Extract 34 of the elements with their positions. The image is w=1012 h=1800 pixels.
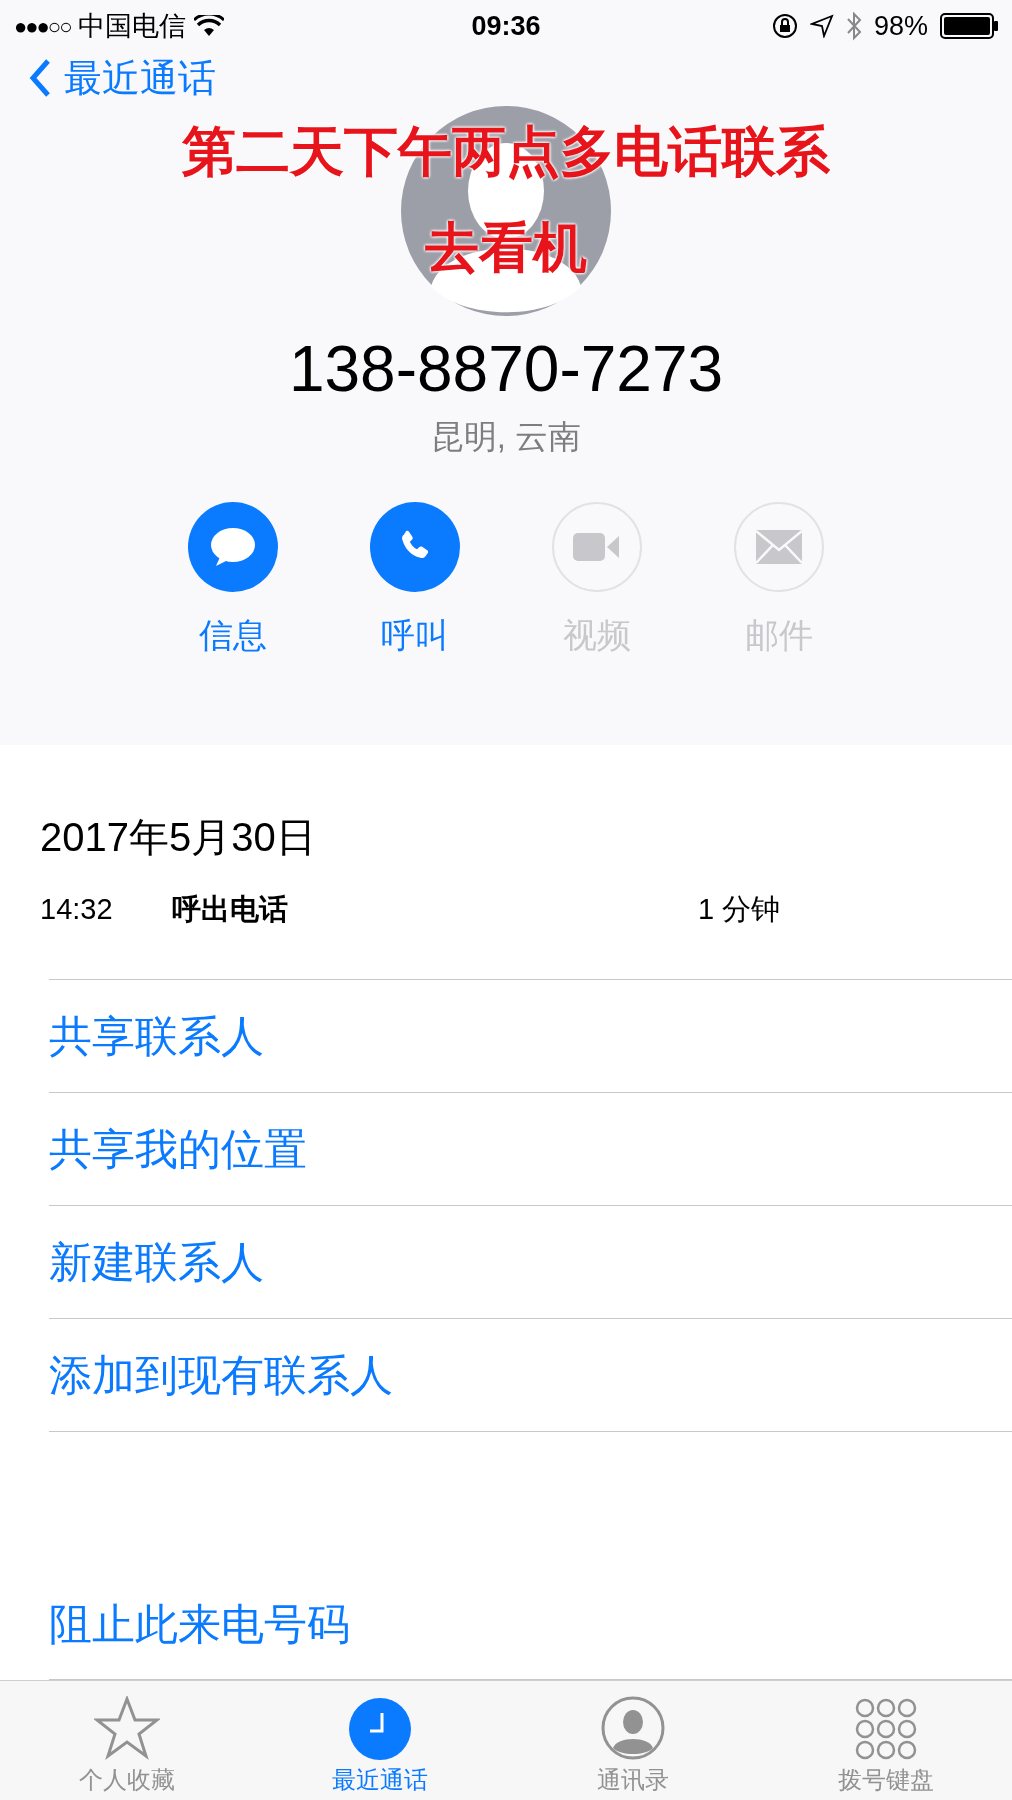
battery-percent: 98%: [873, 9, 928, 43]
call-duration: 1 分钟: [698, 892, 781, 928]
back-button[interactable]: 最近通话: [28, 49, 216, 107]
option-link[interactable]: 添加到现有联系人: [49, 1342, 393, 1408]
option-link[interactable]: 新建联系人: [49, 1229, 264, 1295]
envelope-icon: [756, 529, 802, 564]
star-icon: [93, 1696, 160, 1760]
location-arrow-icon: [809, 14, 834, 38]
clock-icon: [348, 1698, 411, 1760]
call-time: 14:32: [39, 892, 114, 928]
option-link[interactable]: 共享我的位置: [49, 1116, 307, 1182]
tab-item[interactable]: 个人收藏: [0, 1681, 253, 1800]
keypad-icon: [854, 1698, 917, 1760]
status-time: 09:36: [471, 9, 541, 43]
annotation-text: 去看机: [425, 216, 587, 279]
option-link[interactable]: 共享联系人: [49, 1003, 264, 1069]
tab-item[interactable]: 拨号键盘: [759, 1681, 1012, 1800]
phone-number: 138-8870-7273: [288, 332, 724, 406]
tab-item[interactable]: 通讯录: [506, 1681, 759, 1800]
chevron-left-icon: [28, 58, 52, 98]
block-number-link[interactable]: 阻止此来电号码: [49, 1592, 350, 1657]
battery-icon: [940, 13, 998, 39]
signal-strength: ●●●○○: [14, 12, 71, 41]
wifi-icon: [194, 15, 225, 37]
speech-bubble-icon: [210, 526, 256, 567]
person-icon: [600, 1696, 665, 1760]
bluetooth-icon: [845, 11, 862, 41]
carrier-name: 中国电信: [78, 9, 187, 43]
call-type: 呼出电话: [172, 892, 289, 928]
location-text: 昆明, 云南: [430, 417, 582, 457]
call-date: 2017年5月30日: [39, 814, 317, 861]
video-camera-icon: [573, 530, 621, 563]
tab-item[interactable]: 最近通话: [253, 1681, 506, 1800]
rotation-lock-icon: [771, 13, 798, 39]
